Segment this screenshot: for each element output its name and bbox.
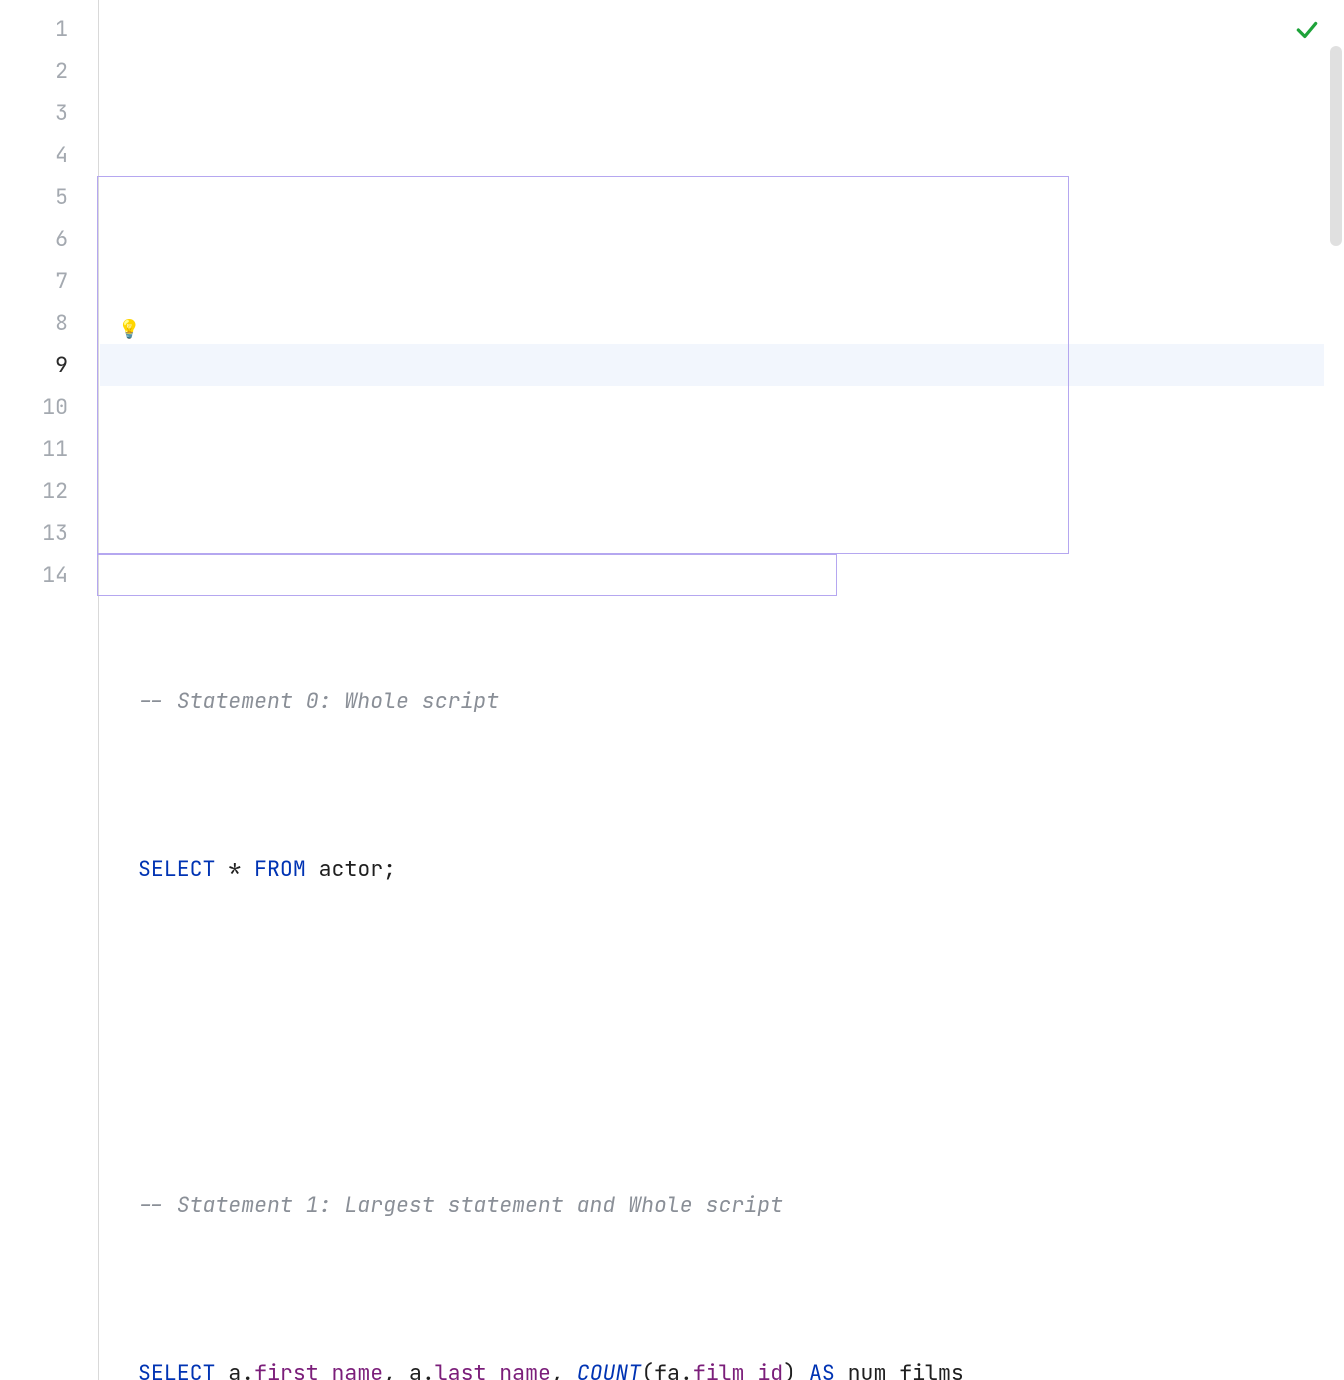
analysis-ok-checkmark-icon[interactable]	[1294, 15, 1320, 57]
statement-highlight-box	[97, 176, 1069, 554]
line-number: 8	[0, 302, 68, 344]
line-number: 9	[0, 344, 68, 386]
code-editor[interactable]: 1 2 3 4 5 6 7 8 9 10 11 12 13 14 💡 -- St…	[0, 0, 1344, 1380]
line-number: 13	[0, 512, 68, 554]
code-line[interactable]: -- Statement 1: Largest statement and Wh…	[138, 1184, 1344, 1226]
vertical-scrollbar-thumb[interactable]	[1330, 46, 1342, 246]
line-number: 3	[0, 92, 68, 134]
line-number: 5	[0, 176, 68, 218]
line-number: 10	[0, 386, 68, 428]
line-number: 6	[0, 218, 68, 260]
comment: -- Statement 0: Whole script	[138, 687, 499, 715]
line-number: 7	[0, 260, 68, 302]
code-line[interactable]: SELECT a.first_name, a.last_name, COUNT(…	[138, 1352, 1344, 1380]
comment: -- Statement 1: Largest statement and Wh…	[138, 1191, 783, 1219]
code-area[interactable]: 💡 -- Statement 0: Whole script SELECT * …	[98, 8, 1344, 1380]
line-number: 14	[0, 554, 68, 596]
line-number: 4	[0, 134, 68, 176]
intention-bulb-icon[interactable]: 💡	[118, 309, 140, 351]
line-number: 12	[0, 470, 68, 512]
line-number: 1	[0, 8, 68, 50]
code-line[interactable]: -- Statement 0: Whole script	[138, 680, 1344, 722]
gutter: 1 2 3 4 5 6 7 8 9 10 11 12 13 14	[0, 8, 98, 1380]
line-number: 2	[0, 50, 68, 92]
code-line[interactable]: SELECT * FROM actor;	[138, 848, 1344, 890]
code-line[interactable]	[138, 1016, 1344, 1058]
line-number: 11	[0, 428, 68, 470]
